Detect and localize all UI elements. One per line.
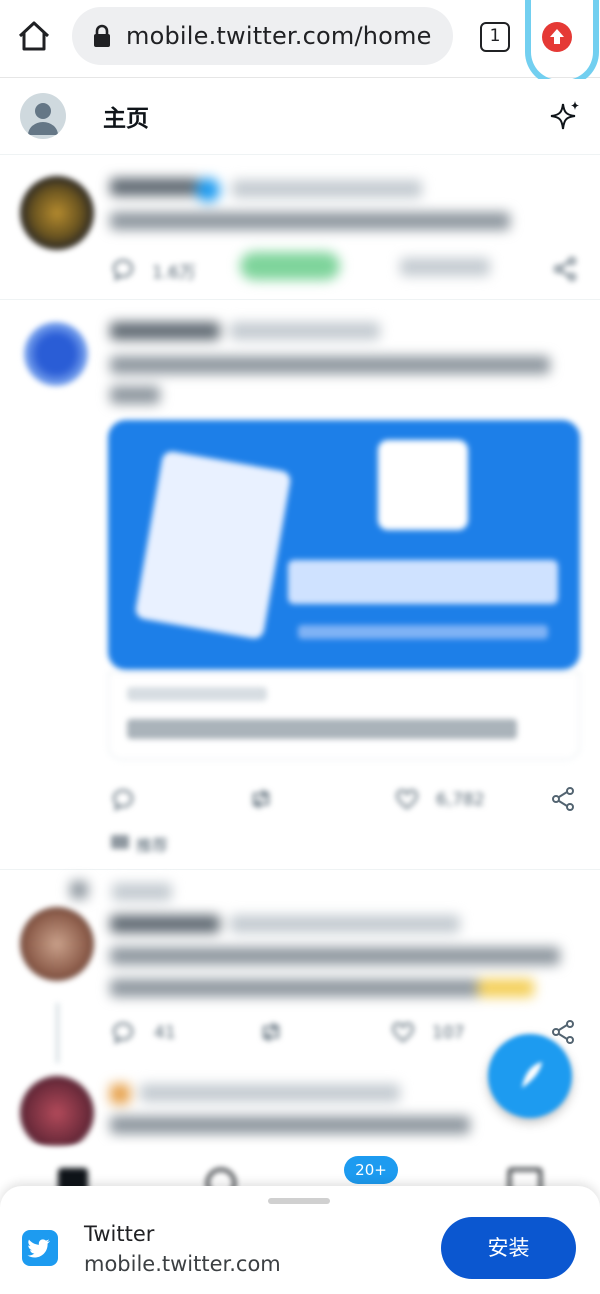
- home-icon[interactable]: [16, 18, 52, 54]
- person-icon: [28, 103, 58, 135]
- like-icon[interactable]: [390, 1019, 416, 1045]
- promo-card-image[interactable]: [108, 420, 580, 670]
- reply-icon[interactable]: [110, 1019, 136, 1045]
- feather-icon: [522, 1062, 542, 1088]
- compose-button[interactable]: [488, 1034, 572, 1118]
- page-title: 主页: [103, 106, 149, 132]
- app-name: Twitter: [84, 1222, 155, 1246]
- share-icon[interactable]: [552, 256, 578, 282]
- notification-badge[interactable]: 20+: [344, 1156, 398, 1184]
- twitter-header: 主页: [0, 79, 600, 155]
- tabs-icon[interactable]: 1: [480, 22, 510, 52]
- retweet-icon[interactable]: [248, 786, 274, 812]
- share-icon[interactable]: [550, 786, 576, 812]
- link-preview[interactable]: [108, 672, 580, 760]
- install-button[interactable]: 安装: [441, 1217, 576, 1279]
- avatar[interactable]: [20, 907, 94, 981]
- like-count: 107: [432, 1023, 465, 1043]
- twitter-bird-icon: [22, 1230, 58, 1266]
- browser-toolbar: mobile.twitter.com/home 1: [0, 0, 600, 86]
- thread-line: [56, 1003, 59, 1063]
- promoted-icon: [111, 835, 129, 849]
- app-url: mobile.twitter.com: [84, 1252, 281, 1276]
- bird-icon: [27, 1239, 50, 1258]
- install-sheet: Twitter mobile.twitter.com 安装: [0, 1186, 600, 1294]
- like-icon[interactable]: [394, 786, 420, 812]
- retweet-icon[interactable]: [258, 1019, 284, 1045]
- tweet-2[interactable]: 6,782 推荐: [0, 300, 600, 870]
- avatar[interactable]: [24, 322, 88, 386]
- sparkle-icon[interactable]: [548, 99, 582, 133]
- reply-count: 41: [154, 1023, 176, 1043]
- url-text: mobile.twitter.com/home: [126, 22, 432, 50]
- reply-icon[interactable]: [110, 256, 136, 282]
- avatar-icon[interactable]: [20, 93, 66, 139]
- address-bar[interactable]: mobile.twitter.com/home: [72, 7, 453, 65]
- extension-update-icon[interactable]: [542, 22, 572, 52]
- arrow-up-icon: [550, 29, 564, 44]
- tab-count: 1: [489, 26, 501, 46]
- avatar[interactable]: [20, 176, 94, 250]
- reply-count: 1.6万: [152, 263, 197, 283]
- promoted-label: 推荐: [136, 836, 169, 855]
- like-count: 6,782: [436, 790, 485, 810]
- sheet-handle[interactable]: [268, 1198, 330, 1204]
- reply-icon[interactable]: [110, 786, 136, 812]
- lock-icon: [94, 24, 110, 47]
- tweet-1[interactable]: 1.6万: [0, 156, 600, 300]
- avatar[interactable]: [20, 1076, 94, 1150]
